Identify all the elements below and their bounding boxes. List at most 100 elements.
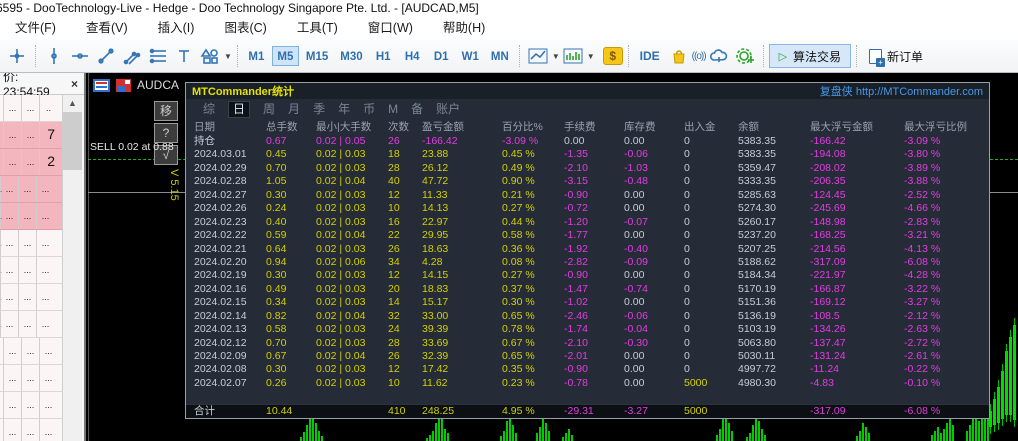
timeframe-h1[interactable]: H1 bbox=[370, 46, 397, 66]
stats-cell: 0 bbox=[684, 229, 690, 242]
menu-item[interactable]: 窗口(W) bbox=[353, 16, 428, 40]
volume-bar bbox=[447, 433, 449, 441]
stats-cell: -0.09 bbox=[624, 255, 648, 268]
stats-cell: 2024.02.27 bbox=[194, 188, 247, 201]
stats-panel-brand-link[interactable]: 复盘侠 http://MTCommander.com bbox=[820, 83, 983, 99]
text-icon[interactable] bbox=[171, 44, 197, 68]
scroll-up-icon[interactable]: ▲ bbox=[63, 95, 82, 112]
menu-item[interactable]: 图表(C) bbox=[209, 16, 281, 40]
stats-cell: 10 bbox=[388, 376, 400, 389]
depth-of-market-icon[interactable] bbox=[93, 78, 110, 92]
menu-item[interactable]: 文件(F) bbox=[0, 16, 71, 40]
stats-total-cell: -29.31 bbox=[564, 405, 594, 417]
market-watch-row[interactable]: ........... bbox=[0, 311, 62, 338]
stats-tab-周[interactable]: 周 bbox=[263, 102, 275, 117]
timeframe-h4[interactable]: H4 bbox=[399, 46, 426, 66]
stats-column-header: 总手数 bbox=[266, 121, 298, 133]
stats-row: 2024.02.15 0.34 0.02 | 0.03 14 15.17 0.30 % -1… bbox=[186, 296, 989, 309]
market-watch-row[interactable]: ........... bbox=[0, 176, 62, 203]
algo-trading-button[interactable]: ▷ 算法交易 bbox=[768, 44, 852, 68]
stats-tab-月[interactable]: 月 bbox=[288, 102, 300, 117]
market-watch-row[interactable]: ......... bbox=[0, 419, 62, 441]
symbol-mark: .. bbox=[0, 293, 3, 302]
horizontal-line-icon[interactable] bbox=[67, 44, 93, 68]
timeframe-m15[interactable]: M15 bbox=[301, 46, 333, 66]
trendline-icon[interactable] bbox=[93, 44, 119, 68]
market-watch-scrollbar[interactable]: ▲ bbox=[62, 95, 82, 441]
market-watch-cell: ... bbox=[36, 311, 54, 337]
shapes-icon[interactable] bbox=[197, 44, 223, 68]
stats-cell: -2.82 bbox=[564, 255, 588, 268]
market-watch-row[interactable]: ......... bbox=[0, 338, 62, 365]
menu-item[interactable]: 插入(I) bbox=[143, 16, 210, 40]
market-watch-cell: ... bbox=[36, 257, 54, 283]
stats-cell: 20 bbox=[388, 282, 400, 295]
signals-icon[interactable]: ((o)) bbox=[692, 51, 707, 62]
market-watch-row[interactable]: ......... bbox=[0, 365, 62, 392]
stats-cell: 2024.02.13 bbox=[194, 323, 247, 336]
market-watch-row[interactable]: ........... bbox=[0, 284, 62, 311]
scrollbar-thumb[interactable] bbox=[63, 112, 82, 170]
stats-tab-备[interactable]: 备 bbox=[411, 102, 423, 117]
shapes-dropdown-icon[interactable]: ▼ bbox=[224, 52, 232, 61]
copy-plus-icon[interactable] bbox=[732, 44, 758, 68]
market-watch-row[interactable]: ........... bbox=[0, 203, 62, 230]
stats-cell: -3.89 % bbox=[904, 161, 941, 174]
market-watch-row[interactable]: ........... bbox=[0, 230, 62, 257]
stats-cell: 0 bbox=[684, 161, 690, 174]
chart-type-dropdown-icon[interactable]: ▼ bbox=[552, 52, 560, 61]
menu-item[interactable]: 工具(T) bbox=[282, 16, 353, 40]
timeframe-m1[interactable]: M1 bbox=[243, 46, 270, 66]
close-icon[interactable]: × bbox=[68, 77, 81, 91]
market-watch-row[interactable]: ...... 2 bbox=[0, 149, 62, 176]
stats-cell: -134.26 bbox=[810, 323, 846, 336]
stats-tab-币[interactable]: 币 bbox=[363, 102, 375, 117]
stats-tab-综[interactable]: 综 bbox=[203, 102, 215, 117]
vertical-line-icon[interactable] bbox=[41, 44, 67, 68]
dollar-icon[interactable]: $ bbox=[602, 47, 623, 65]
crosshair-icon[interactable] bbox=[4, 44, 30, 68]
chart-type-icon[interactable] bbox=[525, 44, 551, 68]
stats-cell: 4997.72 bbox=[738, 363, 776, 376]
stats-tab-账户[interactable]: 账户 bbox=[436, 102, 460, 117]
stats-cell: 33.00 bbox=[422, 309, 449, 322]
market-bag-icon[interactable] bbox=[666, 44, 692, 68]
stats-tab-年[interactable]: 年 bbox=[338, 102, 350, 117]
timeframe-w1[interactable]: W1 bbox=[457, 46, 484, 66]
stats-tab-日[interactable]: 日 bbox=[228, 101, 251, 118]
timeframe-mn[interactable]: MN bbox=[486, 46, 514, 66]
timeframe-d1[interactable]: D1 bbox=[428, 46, 455, 66]
save-icon[interactable] bbox=[116, 78, 131, 92]
new-order-button[interactable]: + 新订单 bbox=[862, 44, 930, 68]
indicators-dropdown-icon[interactable]: ▼ bbox=[587, 52, 595, 61]
volume-bar bbox=[934, 431, 936, 441]
timeframe-m30[interactable]: M30 bbox=[335, 46, 367, 66]
market-watch-row[interactable]: ........... bbox=[0, 257, 62, 284]
panel-button-?[interactable]: ? bbox=[154, 123, 178, 143]
stats-cell: 0 bbox=[684, 135, 690, 147]
market-watch-row[interactable]: ......... bbox=[0, 392, 62, 419]
menu-item[interactable]: 查看(V) bbox=[71, 16, 143, 40]
stats-cell: -0.04 bbox=[624, 323, 648, 336]
stats-tab-M[interactable]: M bbox=[388, 102, 398, 117]
stats-cell: 5000 bbox=[684, 376, 708, 389]
volume-bar bbox=[719, 429, 721, 441]
market-watch-row[interactable]: ........ bbox=[0, 95, 62, 122]
fibonacci-icon[interactable] bbox=[145, 44, 171, 68]
timeframe-m5[interactable]: M5 bbox=[271, 46, 299, 66]
stats-cell: 0 bbox=[684, 350, 690, 362]
market-watch-row[interactable]: ...... 7 bbox=[0, 122, 62, 149]
menu-item[interactable]: 帮助(H) bbox=[428, 16, 500, 40]
stats-cell: -4.13 % bbox=[904, 242, 941, 255]
panel-button-移[interactable]: 移 bbox=[154, 101, 178, 121]
volume-bar bbox=[545, 423, 547, 441]
indicators-icon[interactable] bbox=[560, 44, 586, 68]
stats-cell: 5383.35 bbox=[738, 148, 776, 161]
stats-row: 2024.03.01 0.45 0.02 | 0.03 18 23.88 0.45 % -1… bbox=[186, 148, 989, 161]
stats-tab-季[interactable]: 季 bbox=[313, 102, 325, 117]
stats-cell: 2024.02.07 bbox=[194, 376, 247, 389]
channel-icon[interactable] bbox=[119, 44, 145, 68]
ide-button[interactable]: IDE bbox=[634, 49, 666, 63]
toolbar-separator bbox=[35, 45, 36, 67]
cloud-icon[interactable] bbox=[706, 44, 732, 68]
